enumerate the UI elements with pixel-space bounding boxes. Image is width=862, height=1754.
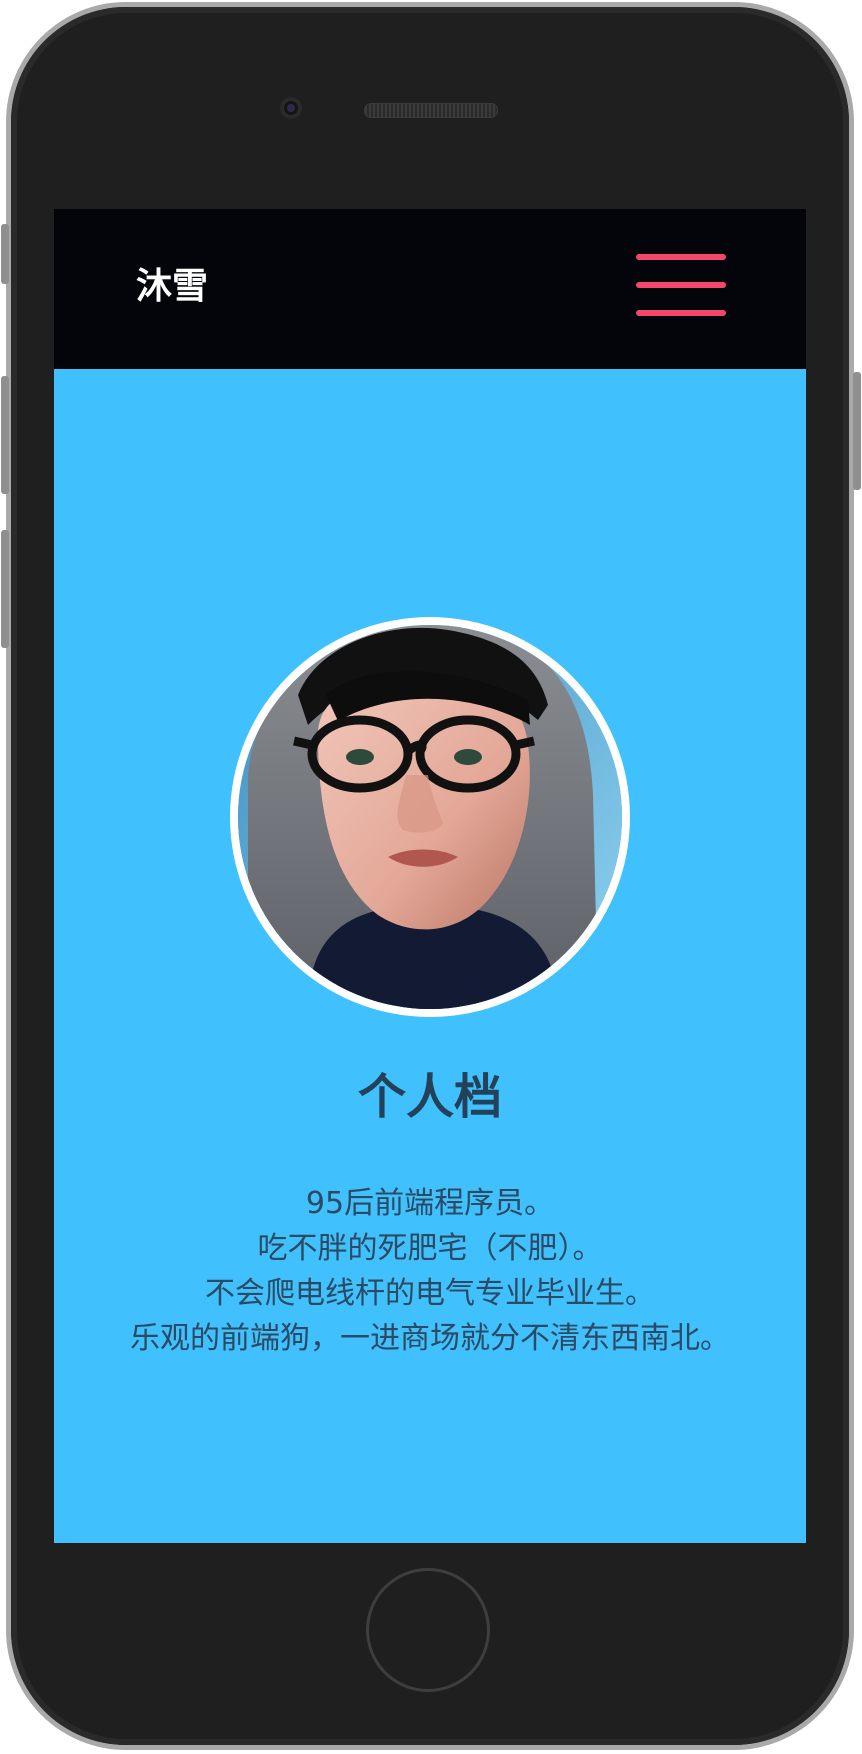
volume-up-button	[1, 376, 9, 494]
avatar-frame	[230, 617, 630, 1017]
menu-button[interactable]	[636, 254, 728, 320]
bio-line: 不会爬电线杆的电气专业毕业生。	[205, 1276, 655, 1311]
top-navbar: 沐雪	[54, 209, 806, 369]
bio-line: 乐观的前端狗，一进商场就分不清东西南北。	[130, 1321, 730, 1356]
site-logo-text[interactable]: 沐雪	[136, 265, 208, 309]
mute-switch	[1, 224, 9, 284]
avatar	[238, 625, 622, 1009]
profile-bio: 95后前端程序员。 吃不胖的死肥宅（不肥）。 不会爬电线杆的电气专业毕业生。 乐…	[54, 1181, 806, 1361]
profile-heading: 个人档	[357, 1069, 502, 1125]
volume-down-button	[1, 530, 9, 648]
app-screen: 沐雪 个人档 95后前端程序员。 吃不胖的死肥宅（不肥）。 不会爬电线杆的电气专…	[54, 209, 806, 1543]
bio-line: 吃不胖的死肥宅（不肥）。	[257, 1231, 603, 1266]
home-button[interactable]	[366, 1568, 490, 1692]
earpiece-speaker	[364, 103, 498, 118]
front-camera-icon	[280, 97, 302, 119]
power-button	[853, 372, 861, 490]
bio-line: 95后前端程序员。	[305, 1186, 555, 1221]
